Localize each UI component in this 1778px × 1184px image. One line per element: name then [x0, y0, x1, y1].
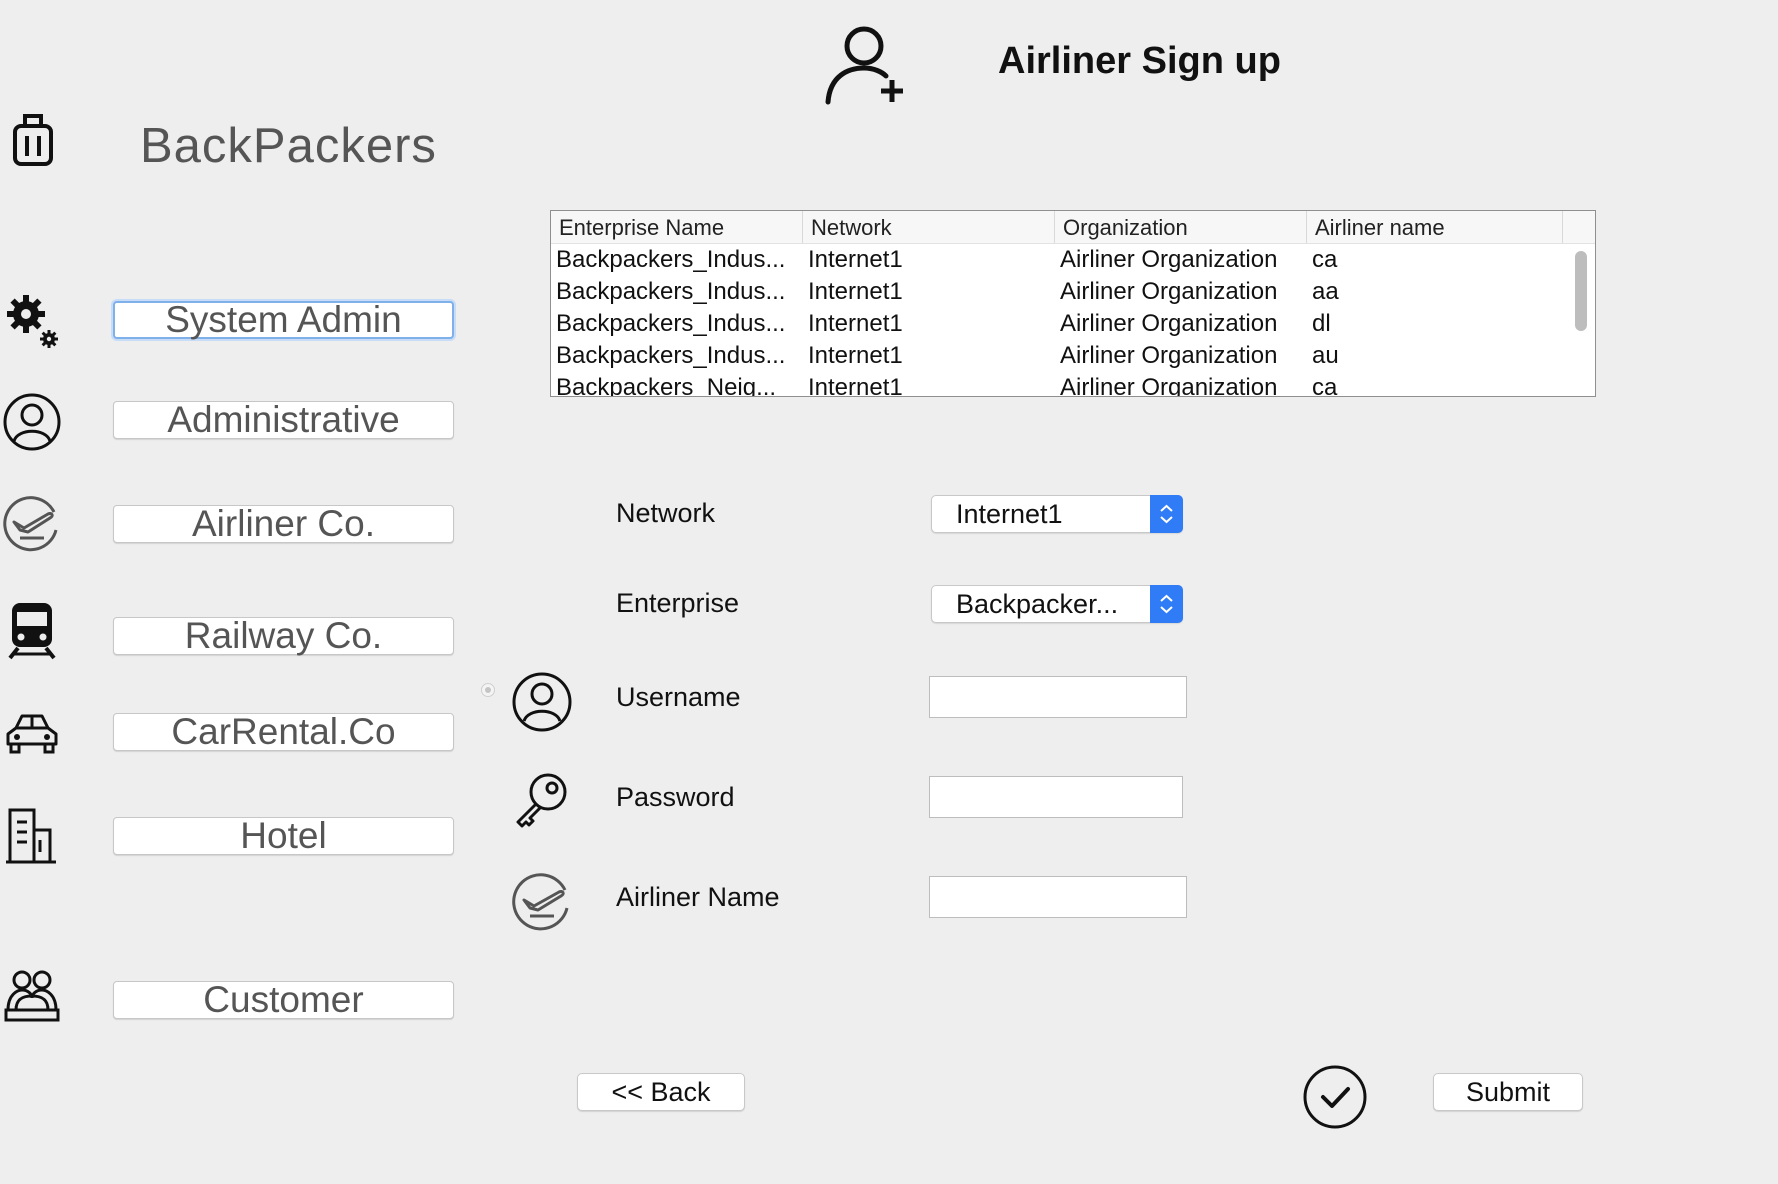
table-row[interactable]: Backpackers_Neig... Internet1 Airliner O… — [551, 372, 1595, 397]
airliner-name-field[interactable] — [929, 876, 1187, 918]
airplane-icon — [3, 496, 58, 552]
sidebar-item-carrental-co[interactable]: CarRental.Co — [113, 711, 454, 752]
table-cell: ca — [1312, 246, 1338, 273]
table-cell: Airliner Organization — [1060, 310, 1278, 337]
sidebar-item-customer[interactable]: Customer — [113, 979, 454, 1020]
airliner-name-label: Airliner Name — [616, 882, 780, 912]
app-brand: BackPackers — [140, 119, 437, 173]
table-cell: Airliner Organization — [1060, 342, 1278, 369]
table-cell: Internet1 — [808, 342, 903, 369]
network-select-value: Internet1 — [956, 499, 1063, 529]
table-cell: Backpackers_Indus... — [556, 278, 786, 305]
table-cell: dl — [1312, 310, 1331, 337]
password-field[interactable] — [929, 776, 1183, 818]
table-cell: Backpackers_Neig... — [556, 374, 777, 397]
column-header[interactable]: Organization — [1055, 211, 1307, 243]
car-icon — [6, 714, 58, 754]
column-header[interactable]: Network — [803, 211, 1055, 243]
add-user-icon — [825, 26, 903, 105]
network-label: Network — [616, 498, 716, 528]
radio-button[interactable] — [481, 683, 495, 697]
gears-icon — [7, 295, 58, 348]
submit-button[interactable]: Submit — [1433, 1073, 1583, 1111]
select-arrows-icon — [1150, 585, 1183, 623]
table-cell: Internet1 — [808, 246, 903, 273]
table-cell: Internet1 — [808, 278, 903, 305]
column-header[interactable]: Airliner name — [1307, 211, 1563, 243]
password-label: Password — [616, 782, 735, 812]
table-cell: Airliner Organization — [1060, 246, 1278, 273]
table-cell: aa — [1312, 278, 1339, 305]
enterprise-label: Enterprise — [616, 588, 740, 618]
username-field[interactable] — [929, 676, 1187, 718]
network-select[interactable]: Internet1 — [931, 495, 1183, 533]
train-icon — [8, 603, 56, 660]
table-row[interactable]: Backpackers_Indus... Internet1 Airliner … — [551, 276, 1595, 308]
sidebar-item-hotel[interactable]: Hotel — [113, 815, 454, 856]
user-circle-icon — [512, 672, 572, 732]
luggage-icon — [13, 114, 53, 166]
enterprise-select-value: Backpacker... — [956, 589, 1119, 619]
sidebar-item-system-admin[interactable]: System Admin — [113, 299, 454, 340]
scrollbar-thumb[interactable] — [1575, 251, 1587, 331]
table-row[interactable]: Backpackers_Indus... Internet1 Airliner … — [551, 244, 1595, 276]
table-cell: Internet1 — [808, 310, 903, 337]
table-row[interactable]: Backpackers_Indus... Internet1 Airliner … — [551, 308, 1595, 340]
table-cell: Airliner Organization — [1060, 278, 1278, 305]
table-cell: Airliner Organization — [1060, 374, 1278, 397]
sidebar-item-railway-co[interactable]: Railway Co. — [113, 615, 454, 656]
check-circle-icon — [1303, 1065, 1367, 1129]
enterprise-table[interactable]: Enterprise Name Network Organization Air… — [550, 210, 1596, 397]
page-title: Airliner Sign up — [998, 40, 1281, 82]
back-button[interactable]: << Back — [577, 1073, 745, 1111]
table-cell: au — [1312, 342, 1339, 369]
enterprise-select[interactable]: Backpacker... — [931, 585, 1183, 623]
table-cell: Backpackers_Indus... — [556, 342, 786, 369]
group-icon — [4, 970, 60, 1022]
table-header: Enterprise Name Network Organization Air… — [551, 211, 1595, 244]
table-cell: ca — [1312, 374, 1338, 397]
airplane-icon — [512, 873, 569, 931]
sidebar-item-airliner-co[interactable]: Airliner Co. — [113, 503, 454, 544]
select-arrows-icon — [1150, 495, 1183, 533]
column-header[interactable]: Enterprise Name — [551, 211, 803, 243]
table-cell: Internet1 — [808, 374, 903, 397]
table-row[interactable]: Backpackers_Indus... Internet1 Airliner … — [551, 340, 1595, 372]
building-icon — [6, 808, 56, 864]
key-icon — [516, 773, 567, 828]
sidebar-item-administrative[interactable]: Administrative — [113, 399, 454, 440]
table-cell: Backpackers_Indus... — [556, 246, 786, 273]
user-circle-icon — [3, 393, 61, 451]
username-label: Username — [616, 682, 741, 712]
table-scrollbar[interactable] — [1567, 245, 1593, 395]
table-cell: Backpackers_Indus... — [556, 310, 786, 337]
